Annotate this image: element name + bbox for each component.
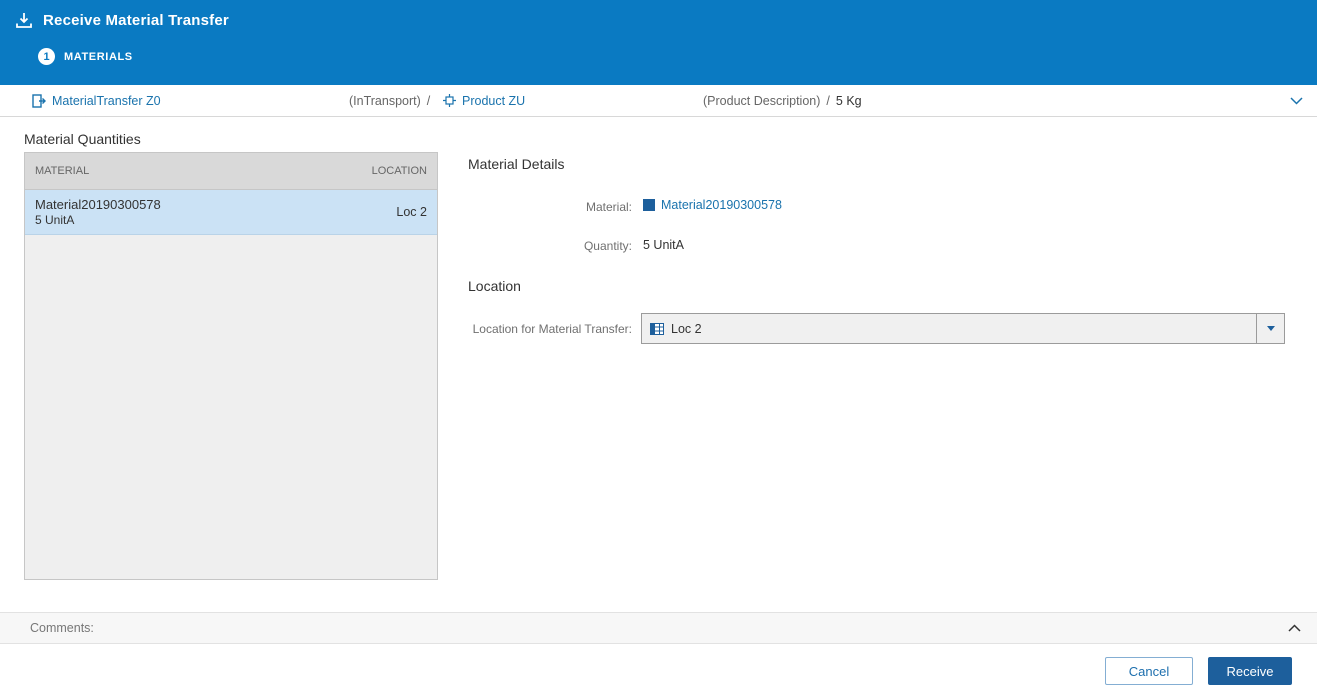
app-header: Receive Material Transfer 1 MATERIALS — [0, 0, 1317, 85]
material-transfer-icon — [32, 93, 46, 108]
row-material-quantity: 5 UnitA — [35, 212, 75, 227]
location-dropdown-button[interactable] — [1256, 314, 1284, 343]
material-quantities-table: MATERIAL LOCATION Material20190300578 5 … — [24, 152, 438, 580]
material-square-icon — [643, 199, 655, 211]
material-field-value: Material20190300578 — [643, 197, 782, 213]
transfer-link[interactable]: MaterialTransfer Z0 — [52, 94, 161, 108]
material-field-label: Material: — [585, 200, 632, 214]
caret-down-icon — [1266, 326, 1275, 331]
breadcrumb-description: (Product Description) / 5 Kg — [703, 85, 862, 116]
location-combobox-value: Loc 2 — [642, 314, 1256, 343]
location-section-title: Location — [468, 278, 521, 294]
quantity-field-value: 5 UnitA — [643, 238, 684, 252]
column-header-location: LOCATION — [371, 165, 427, 177]
column-header-material: MATERIAL — [35, 165, 90, 177]
material-details-title: Material Details — [468, 156, 565, 172]
product-quantity: 5 Kg — [835, 93, 862, 108]
breadcrumb-product: Product ZU — [443, 85, 525, 116]
step-label: MATERIALS — [64, 50, 133, 63]
material-detail-link[interactable]: Material20190300578 — [661, 197, 782, 213]
comments-label: Comments: — [30, 621, 94, 635]
location-field-label: Location for Material Transfer: — [472, 322, 632, 336]
wizard-step-materials[interactable]: 1 MATERIALS — [38, 48, 1317, 65]
cancel-button[interactable]: Cancel — [1105, 657, 1193, 685]
row-material-name: Material20190300578 — [35, 196, 161, 212]
transport-status: (InTransport) — [349, 93, 421, 108]
chevron-down-icon[interactable] — [1290, 97, 1303, 105]
app-window: Receive Material Transfer 1 MATERIALS Ma… — [0, 0, 1317, 693]
breadcrumb-transfer: MaterialTransfer Z0 — [32, 85, 161, 116]
quantity-field-label: Quantity: — [583, 239, 632, 253]
product-icon — [443, 94, 456, 107]
breadcrumb-separator: / — [426, 93, 431, 108]
location-selected-value: Loc 2 — [671, 321, 702, 336]
page-title: Receive Material Transfer — [43, 12, 229, 29]
breadcrumb: MaterialTransfer Z0 (InTransport) / Prod… — [0, 85, 1317, 117]
table-row[interactable]: Material20190300578 5 UnitA Loc 2 — [25, 190, 437, 235]
location-grid-icon — [650, 322, 664, 335]
location-combobox[interactable]: Loc 2 — [641, 313, 1285, 344]
comments-bar: Comments: — [0, 612, 1317, 644]
product-description: (Product Description) — [703, 93, 821, 108]
receive-button[interactable]: Receive — [1208, 657, 1292, 685]
footer-actions: Cancel Receive — [1105, 657, 1292, 685]
breadcrumb-separator-2: / — [826, 93, 830, 108]
title-row: Receive Material Transfer — [0, 0, 1317, 29]
table-header-row: MATERIAL LOCATION — [25, 153, 437, 190]
material-quantities-title: Material Quantities — [24, 131, 141, 147]
breadcrumb-status: (InTransport) / — [349, 85, 430, 116]
row-material-cell: Material20190300578 5 UnitA — [35, 197, 161, 228]
product-link[interactable]: Product ZU — [462, 94, 525, 108]
step-number-badge: 1 — [38, 48, 55, 65]
receive-download-icon — [15, 12, 33, 29]
chevron-up-icon[interactable] — [1288, 624, 1301, 632]
row-location-cell: Loc 2 — [396, 205, 427, 219]
